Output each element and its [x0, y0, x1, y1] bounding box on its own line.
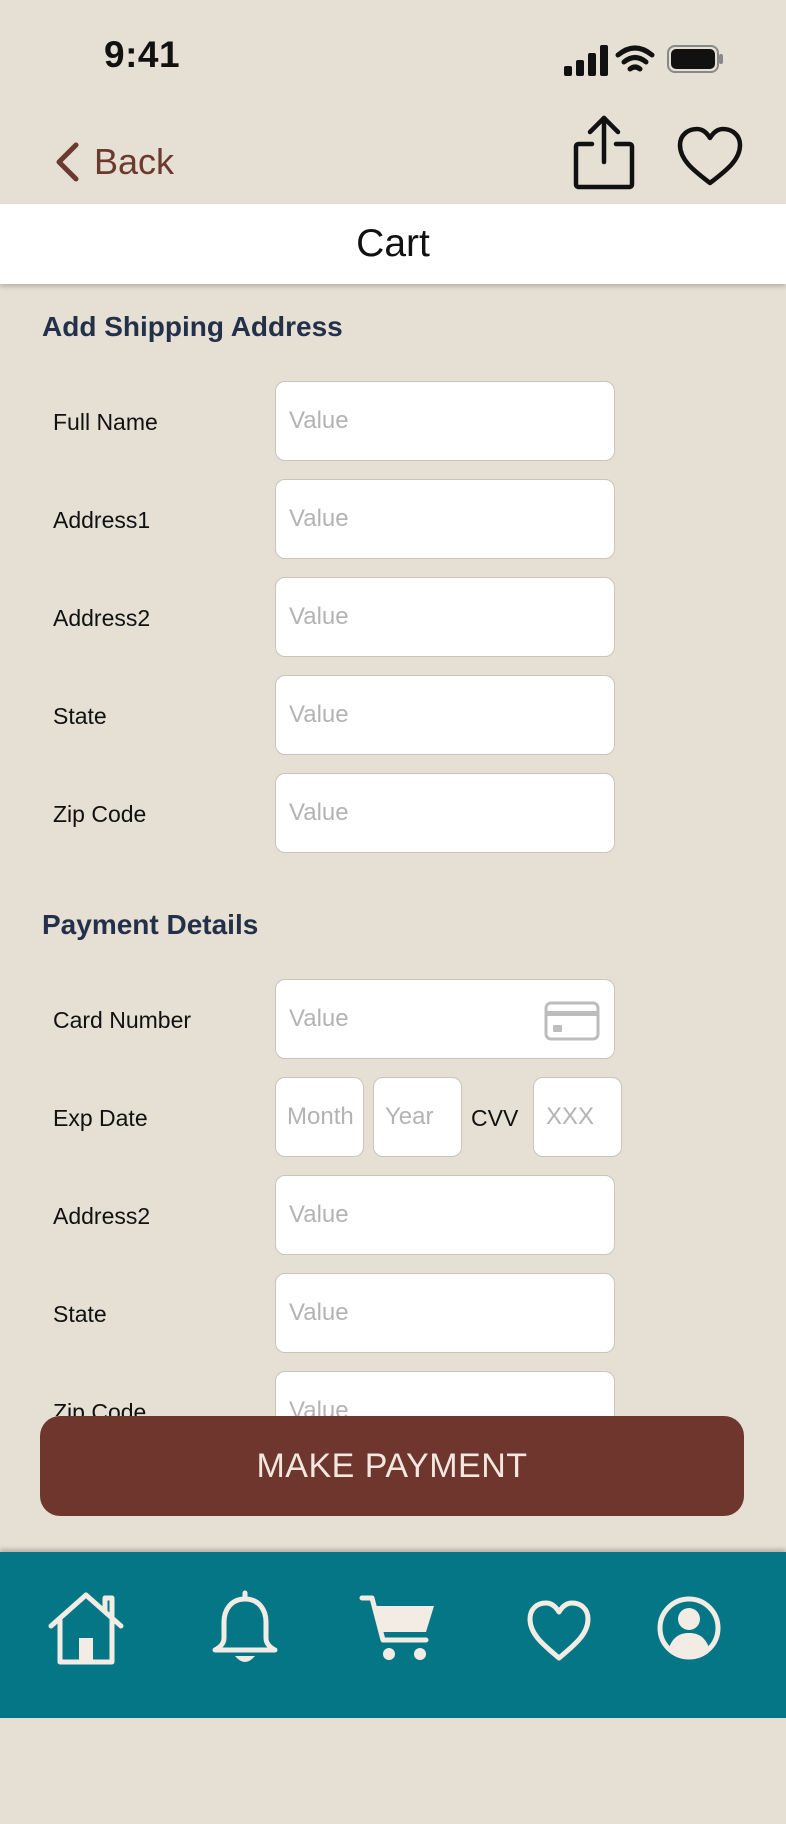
field-label-card-number: Card Number: [53, 1007, 192, 1033]
cvv-input[interactable]: XXX: [533, 1077, 622, 1157]
status-time: 9:41: [104, 34, 181, 75]
field-label-payment-zip-code: Zip Code: [53, 1399, 147, 1416]
back-button[interactable]: Back: [54, 138, 174, 186]
field-label-payment-address2: Address2: [53, 1203, 151, 1229]
cvv-label: CVV: [471, 1105, 519, 1131]
zip-code-input[interactable]: Value: [275, 773, 615, 853]
exp-year-input[interactable]: Year: [373, 1077, 462, 1157]
cart-icon: [359, 1595, 434, 1660]
bell-icon: [212, 1590, 278, 1662]
title-bar: Cart: [0, 204, 786, 284]
credit-card-icon: [544, 1001, 600, 1041]
payment-address2-input[interactable]: Value: [275, 1175, 615, 1255]
home-icon: [48, 1592, 124, 1665]
field-label-state: State: [53, 703, 107, 729]
back-label: Back: [94, 141, 175, 182]
state-input[interactable]: Value: [275, 675, 615, 755]
heart-outline-icon: [677, 126, 743, 186]
battery-icon: [667, 45, 723, 73]
card-number-placeholder: Value: [289, 1005, 349, 1032]
address2-input[interactable]: Value: [275, 577, 615, 657]
field-label-address1: Address1: [53, 507, 151, 533]
field-label-payment-state: State: [53, 1301, 107, 1327]
tab-cart[interactable]: [358, 1588, 438, 1673]
field-label-address2: Address2: [53, 605, 151, 631]
payment-state-input[interactable]: Value: [275, 1273, 615, 1353]
make-payment-button[interactable]: MAKE PAYMENT: [40, 1416, 744, 1516]
wifi-icon: [615, 45, 655, 72]
payment-section-title: Payment Details: [42, 909, 259, 940]
form-scroll-area[interactable]: Add Shipping Address Full Name Value Add…: [0, 286, 786, 1416]
profile-icon: [657, 1596, 721, 1660]
chevron-left-icon: [56, 142, 79, 182]
address1-input[interactable]: Value: [275, 479, 615, 559]
field-label-exp-date: Exp Date: [53, 1105, 148, 1131]
exp-month-input[interactable]: Month: [275, 1077, 364, 1157]
card-number-input[interactable]: Value: [275, 979, 615, 1059]
payment-zip-code-input[interactable]: Value: [275, 1371, 615, 1416]
tab-profile[interactable]: [656, 1588, 722, 1673]
share-icon: [573, 115, 635, 190]
signal-icon: [564, 45, 608, 76]
field-label-zip-code: Zip Code: [53, 801, 147, 827]
shipping-section-title: Add Shipping Address: [42, 311, 343, 342]
field-label-full-name: Full Name: [53, 409, 158, 435]
tab-bar: [0, 1552, 786, 1718]
tab-favorites[interactable]: [526, 1588, 592, 1673]
share-button[interactable]: [572, 112, 636, 192]
full-name-input[interactable]: Value: [275, 381, 615, 461]
tab-home[interactable]: [46, 1588, 126, 1673]
status-icons: [562, 42, 724, 78]
page-title: Cart: [356, 222, 430, 265]
tab-notifications[interactable]: [210, 1588, 280, 1673]
favorite-button[interactable]: [676, 126, 744, 188]
heart-icon: [527, 1600, 591, 1661]
